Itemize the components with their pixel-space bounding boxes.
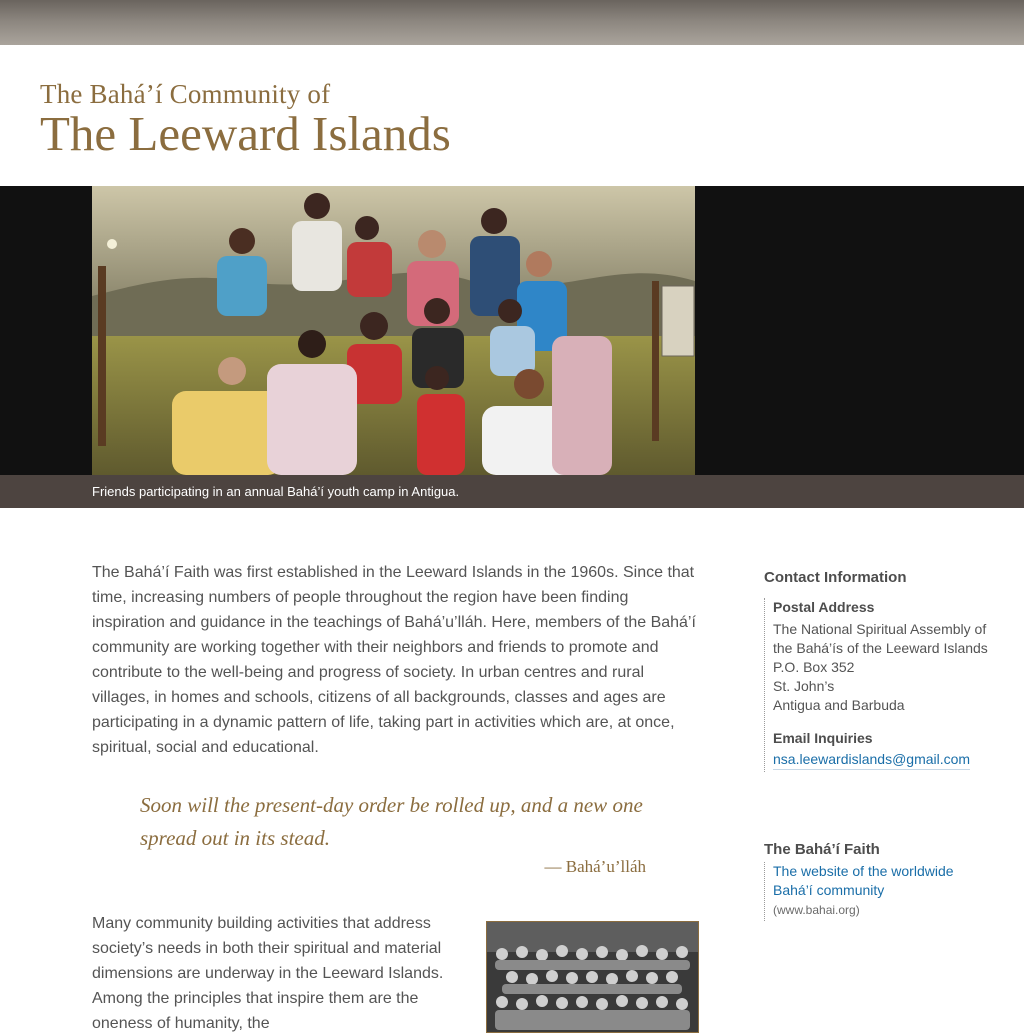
site-title[interactable]: The Bahá’í Community of The Leeward Isla… bbox=[40, 78, 451, 160]
youth-camp-photo bbox=[92, 186, 695, 475]
faith-link-line1: The website of the worldwide bbox=[773, 863, 954, 879]
top-banner-bar bbox=[0, 0, 1024, 45]
intro-paragraph: The Bahá’í Faith was first established i… bbox=[92, 564, 696, 756]
hero-section: Friends participating in an annual Bahá’… bbox=[0, 186, 1024, 508]
email-heading: Email Inquiries bbox=[773, 730, 873, 746]
postal-address: The National Spiritual Assembly of the B… bbox=[773, 620, 1014, 715]
photo-caption: Friends participating in an annual Bahá’… bbox=[92, 484, 460, 499]
faith-url: (www.bahai.org) bbox=[773, 903, 860, 917]
postal-line: St. John’s bbox=[773, 678, 835, 694]
faith-heading: The Bahá’í Faith bbox=[764, 841, 880, 858]
contact-heading: Contact Information bbox=[764, 569, 907, 586]
community-group-photo bbox=[486, 921, 699, 1033]
community-paragraph: Many community building activities that … bbox=[92, 915, 444, 1032]
photo-caption-bar: Friends participating in an annual Bahá’… bbox=[0, 475, 1024, 508]
bahai-org-link[interactable]: The website of the worldwide Bahá’í comm… bbox=[773, 862, 1014, 900]
email-link[interactable]: nsa.leewardislands@gmail.com bbox=[773, 750, 971, 770]
contact-sidebar: Contact Information Postal Address The N… bbox=[764, 568, 1014, 772]
postal-line: P.O. Box 352 bbox=[773, 659, 855, 675]
faith-details: The website of the worldwide Bahá’í comm… bbox=[764, 862, 1014, 921]
bahai-faith-section: The Bahá’í Faith The website of the worl… bbox=[764, 840, 1014, 921]
site-title-line2: The Leeward Islands bbox=[40, 106, 451, 161]
blockquote-author: — Bahá’u’lláh bbox=[544, 857, 647, 876]
contact-details: Postal Address The National Spiritual As… bbox=[764, 598, 1014, 772]
postal-heading: Postal Address bbox=[773, 599, 875, 615]
postal-line: Antigua and Barbuda bbox=[773, 697, 905, 713]
postal-line: The National Spiritual Assembly of bbox=[773, 621, 987, 637]
postal-line: the Bahá’ís of the Leeward Islands bbox=[773, 640, 988, 656]
faith-link-line2: Bahá’í community bbox=[773, 882, 885, 898]
blockquote-text: Soon will the present-day order be rolle… bbox=[140, 793, 643, 850]
